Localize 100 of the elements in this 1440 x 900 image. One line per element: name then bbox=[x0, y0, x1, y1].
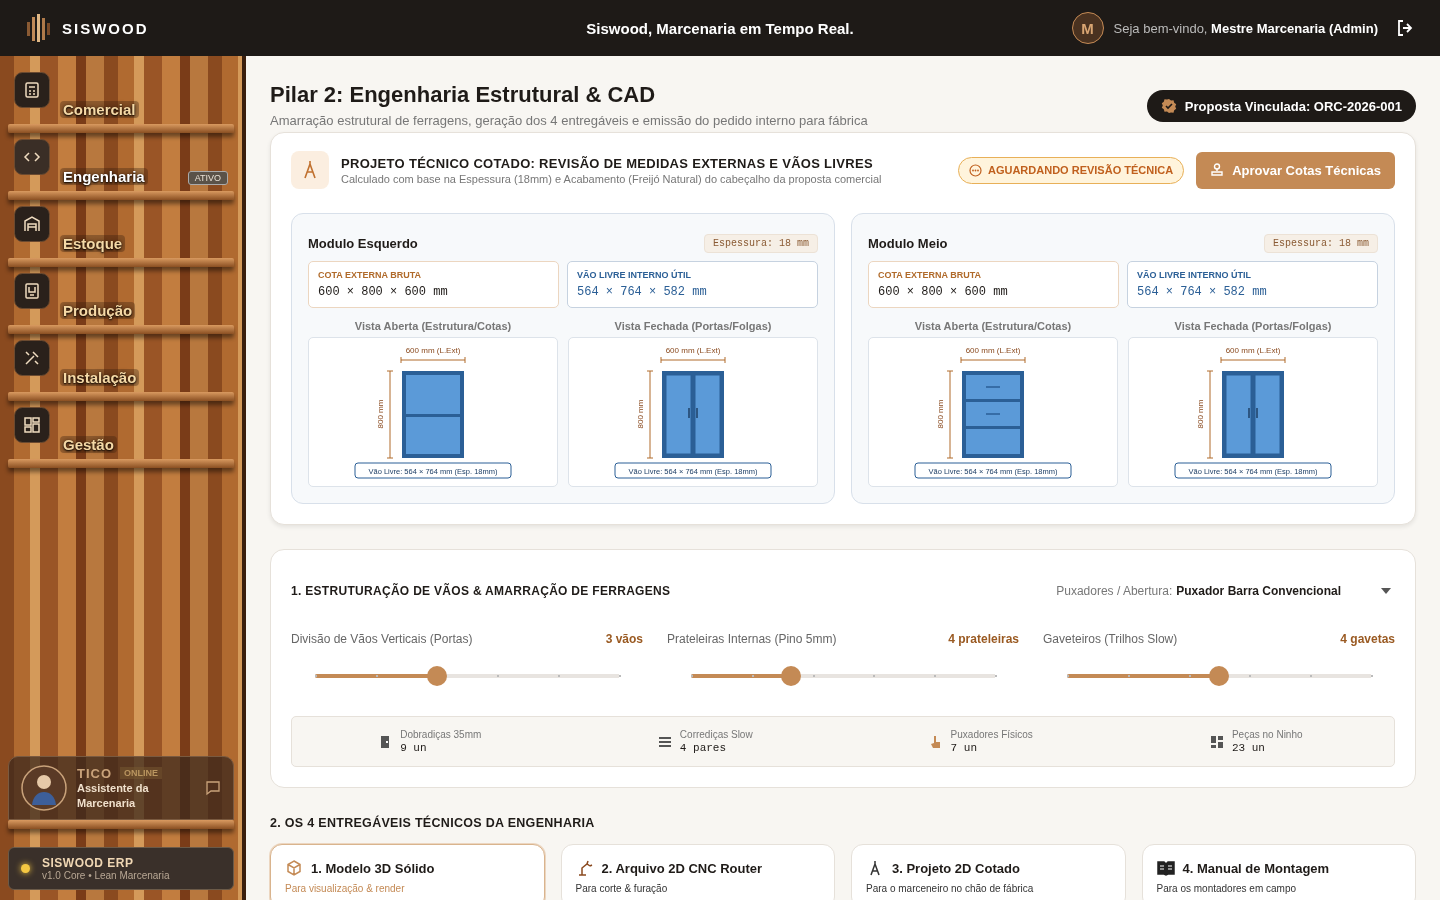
width-dimension-line bbox=[660, 356, 726, 364]
assistant-name: TICO bbox=[77, 765, 113, 781]
deliverable-title: 2. Arquivo 2D CNC Router bbox=[601, 860, 763, 876]
stamp-icon bbox=[1210, 163, 1225, 177]
slider-label: Gaveteiros (Trilhos Slow) bbox=[1043, 632, 1178, 646]
deliverable-subtitle: Para corte & furação bbox=[575, 883, 669, 894]
nav-icon bbox=[14, 340, 50, 376]
deliverable-title: 4. Manual de Montagem bbox=[1182, 860, 1330, 876]
nav-icon bbox=[14, 139, 50, 175]
deliverable-subtitle: Para os montadores em campo bbox=[1156, 883, 1297, 894]
deliverable-title: 3. Projeto 2D Cotado bbox=[892, 860, 1020, 876]
width-dimension-line bbox=[400, 356, 466, 364]
width-label: 600 mm (L.Ext) bbox=[405, 346, 461, 355]
assistant-role: Assistente da Marcenaria bbox=[77, 780, 150, 811]
status-dot bbox=[21, 864, 30, 873]
dimension-label: VÃO LIVRE INTERNO ÚTIL bbox=[577, 270, 692, 280]
handle-select[interactable]: Puxadores / Abertura: Puxador Barra Convencional bbox=[1056, 584, 1395, 598]
module-name: Modulo Esquerdo bbox=[308, 236, 418, 251]
width-label: 600 mm (L.Ext) bbox=[1225, 346, 1281, 355]
deliverable-subtitle: Para o marceneiro no chão de fábrica bbox=[866, 883, 1035, 894]
hardware-icon bbox=[928, 734, 943, 749]
width-label: 600 mm (L.Ext) bbox=[965, 346, 1021, 355]
slider-label: Prateleiras Internas (Pino 5mm) bbox=[667, 632, 837, 646]
version-text: v1.0 Core • Lean Marcenaria bbox=[42, 870, 170, 881]
dimension-value: 600 × 800 × 600 mm bbox=[318, 285, 449, 299]
nav-icon bbox=[14, 72, 50, 108]
view-title: Vista Aberta (Estrutura/Cotas) bbox=[913, 320, 1073, 332]
hardware-icon bbox=[1209, 734, 1224, 749]
height-label: 800 mm bbox=[376, 399, 385, 429]
view-title: Vista Fechada (Portas/Folgas) bbox=[613, 320, 773, 332]
welcome-text: Seja bem-vindo, Mestre Marcenaria (Admin) bbox=[1113, 20, 1378, 36]
dimension-label: COTA EXTERNA BRUTA bbox=[318, 270, 422, 280]
width-dimension-line bbox=[1220, 356, 1286, 364]
deliverable-card[interactable]: 2. Arquivo 2D CNC Router Para corte & furação bbox=[560, 844, 835, 900]
dimension-value: 600 × 800 × 600 mm bbox=[878, 285, 1009, 299]
hardware-label: Peças no Ninho bbox=[1231, 729, 1303, 740]
slider-reading: 3 vãos bbox=[605, 632, 643, 646]
nav-item[interactable]: Produção bbox=[8, 273, 234, 325]
width-label: 600 mm (L.Ext) bbox=[665, 346, 721, 355]
user-avatar[interactable]: M bbox=[1071, 12, 1104, 44]
dimension-value: 564 × 764 × 582 mm bbox=[1137, 285, 1268, 299]
verified-icon bbox=[1160, 98, 1177, 114]
hardware-count: 7 un bbox=[950, 742, 978, 754]
logo-icon bbox=[26, 14, 52, 42]
slider-thumb[interactable] bbox=[426, 666, 447, 686]
compass-icon bbox=[291, 151, 329, 189]
height-label: 800 mm bbox=[936, 399, 945, 429]
chat-icon[interactable] bbox=[205, 780, 221, 796]
deliverable-subtitle: Para visualização & render bbox=[285, 883, 406, 894]
hardware-count: 23 un bbox=[1231, 742, 1266, 754]
nav-icon bbox=[14, 273, 50, 309]
slider-thumb[interactable] bbox=[1209, 666, 1229, 686]
module-name: Modulo Meio bbox=[868, 236, 948, 251]
deliverable-card[interactable]: 4. Manual de Montagem Para os montadores em campo bbox=[1141, 844, 1416, 900]
proposal-badge[interactable]: Proposta Vinculada: ORC-2026-001 bbox=[1146, 90, 1416, 122]
hardware-label: Dobradiças 35mm bbox=[400, 729, 482, 740]
deliverable-title: 1. Modelo 3D Sólido bbox=[311, 860, 435, 876]
app-tagline: Siswood, Marcenaria em Tempo Real. bbox=[585, 19, 855, 37]
assistant-card[interactable]: TICO ONLINE Assistente da Marcenaria bbox=[8, 756, 234, 820]
page-subtitle: Amarração estrutural de ferragens, geração dos 4 entregáveis e emissão do pedido interno para fábrica bbox=[270, 113, 868, 128]
slider-reading: 4 gavetas bbox=[1340, 632, 1395, 646]
nav-icon bbox=[14, 407, 50, 443]
nav-item[interactable]: Estoque bbox=[8, 206, 234, 258]
nav-item[interactable]: Comercial bbox=[8, 72, 234, 124]
slider-reading: 4 prateleiras bbox=[948, 632, 1019, 646]
review-status-badge: AGUARDANDO REVISÃO TÉCNICA bbox=[957, 156, 1185, 184]
nav-item[interactable]: Gestão bbox=[8, 407, 234, 459]
page-title: Pilar 2: Engenharia Estrutural & CAD bbox=[270, 82, 657, 108]
slider-thumb[interactable] bbox=[781, 666, 802, 686]
hardware-label: Corrediças Slow bbox=[679, 729, 753, 740]
height-label: 800 mm bbox=[1196, 399, 1205, 429]
deliverable-card[interactable]: 3. Projeto 2D Cotado Para o marceneiro no chão de fábrica bbox=[851, 844, 1126, 900]
view-title: Vista Fechada (Portas/Folgas) bbox=[1173, 320, 1333, 332]
hardware-count: 4 pares bbox=[679, 742, 728, 754]
project-title: PROJETO TÉCNICO COTADO: REVISÃO DE MEDIDAS EXTERNAS E VÃOS LIVRES bbox=[341, 155, 874, 171]
view-title: Vista Aberta (Estrutura/Cotas) bbox=[353, 320, 513, 332]
pending-icon bbox=[968, 163, 982, 177]
nav-icon bbox=[14, 206, 50, 242]
height-label: 800 mm bbox=[636, 399, 645, 429]
brand-name: SISWOOD bbox=[62, 19, 149, 37]
thickness-tag: Espessura: 18 mm bbox=[1264, 234, 1378, 253]
active-badge: ATIVO bbox=[187, 171, 228, 185]
status-badge: ONLINE bbox=[120, 767, 163, 779]
nav-item[interactable]: Instalação bbox=[8, 340, 234, 392]
width-dimension-line bbox=[960, 356, 1026, 364]
dimension-label: VÃO LIVRE INTERNO ÚTIL bbox=[1137, 270, 1252, 280]
dimension-label: COTA EXTERNA BRUTA bbox=[878, 270, 982, 280]
logout-icon[interactable] bbox=[1396, 19, 1414, 37]
dimension-value: 564 × 764 × 582 mm bbox=[577, 285, 708, 299]
hardware-icon bbox=[657, 734, 672, 749]
section-title: 2. OS 4 ENTREGÁVEIS TÉCNICOS DA ENGENHARIA bbox=[270, 816, 596, 830]
nav-item[interactable]: Engenharia ATIVO bbox=[8, 139, 234, 191]
assistant-avatar bbox=[21, 765, 67, 811]
project-subtitle: Calculado com base na Espessura (18mm) e Acabamento (Freijó Natural) do cabeçalho da proposta comercial bbox=[341, 172, 883, 185]
hardware-label: Puxadores Físicos bbox=[950, 729, 1033, 740]
deliverable-card[interactable]: 1. Modelo 3D Sólido Para visualização & render bbox=[270, 844, 545, 900]
thickness-tag: Espessura: 18 mm bbox=[704, 234, 818, 253]
caret-icon bbox=[1381, 588, 1391, 594]
slider-label: Divisão de Vãos Verticais (Portas) bbox=[291, 632, 473, 646]
section-title: 1. ESTRUTURAÇÃO DE VÃOS & AMARRAÇÃO DE FERRAGENS bbox=[291, 584, 671, 598]
